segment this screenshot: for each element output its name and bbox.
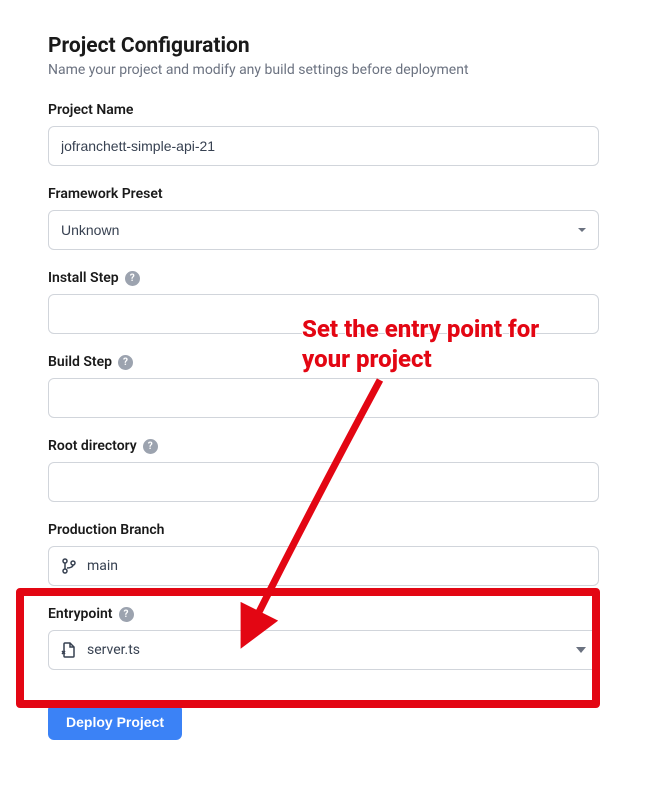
- root-directory-label: Root directory: [48, 438, 137, 454]
- help-icon[interactable]: ?: [119, 607, 134, 622]
- entrypoint-label: Entrypoint: [48, 606, 113, 622]
- help-icon[interactable]: ?: [143, 439, 158, 454]
- help-icon[interactable]: ?: [118, 355, 133, 370]
- build-step-input[interactable]: [48, 378, 599, 418]
- help-icon[interactable]: ?: [125, 271, 140, 286]
- production-branch-input[interactable]: main: [48, 546, 599, 586]
- file-icon: [61, 642, 77, 658]
- chevron-down-icon: [576, 647, 586, 653]
- deploy-project-button[interactable]: Deploy Project: [48, 704, 182, 740]
- project-name-input[interactable]: [48, 126, 599, 166]
- page-title: Project Configuration: [48, 34, 599, 58]
- git-branch-icon: [61, 558, 77, 574]
- framework-preset-label: Framework Preset: [48, 186, 163, 202]
- entrypoint-select[interactable]: server.ts: [48, 630, 599, 670]
- root-directory-input[interactable]: [48, 462, 599, 502]
- project-name-label: Project Name: [48, 102, 133, 118]
- production-branch-label: Production Branch: [48, 522, 164, 538]
- production-branch-value: main: [87, 558, 586, 574]
- install-step-label: Install Step: [48, 270, 119, 286]
- install-step-input[interactable]: [48, 294, 599, 334]
- framework-preset-select[interactable]: Unknown: [48, 210, 599, 250]
- page-subtitle: Name your project and modify any build s…: [48, 62, 599, 78]
- build-step-label: Build Step: [48, 354, 112, 370]
- entrypoint-value: server.ts: [87, 642, 566, 658]
